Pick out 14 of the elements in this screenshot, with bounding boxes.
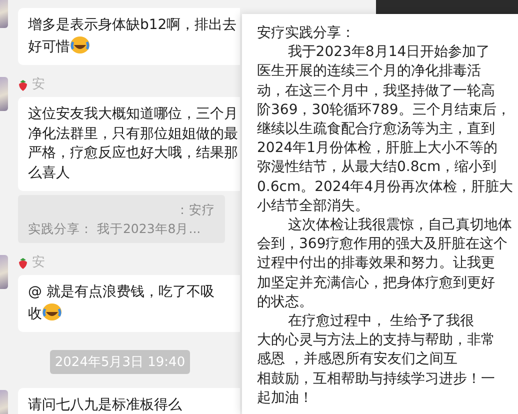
message-bubble: 这位安友我大概知道哪位，三个月 净化法群里，只有那位姐姐做的最 严格，疗愈反应也好大哦，结果那 么喜人	[18, 97, 240, 191]
strawberry-icon	[18, 78, 28, 90]
message-bubble: 增多是表示身体缺b12啊，排出去 好可惜	[18, 8, 240, 65]
strawberry-icon	[18, 256, 28, 268]
message-bubble: 请问七八九是标准板得么	[18, 388, 240, 414]
sender-name: 安	[32, 76, 45, 93]
sender-name: 安	[32, 254, 45, 271]
timestamp: 2024年5月3日 19:40	[50, 350, 190, 374]
paragraph: 我于2023年8月14日开始参加了 医生开展的连续三个月的净化排毒活 动，在这三个月中，我坚持做了一轮高 阶369，30轮循环789。三个月结束后， 继续以生疏食配合疗愈汤等为主，直到 2024年1月份体检，肝脏上大小不等的 弥漫性结节，从最大结0.8cm，缩小到 0.6cm。2024年4月份再次体检，肝脏大 小结节全部消失。	[257, 43, 514, 216]
quoted-message[interactable]: ：安疗 实践分享： 我于2023年8月...	[18, 195, 225, 243]
paragraph: 这次体检让我很震惊，自己真切地体 会到，369疗愈作用的强大及肝脏在这个 过程中付出的排毒效果和努力。让我更 加坚定并充满信心，把身体疗愈到更好 的状态。	[257, 216, 513, 312]
message-bubble: @ 就是有点浪费钱，吃了不吸 收	[18, 275, 240, 332]
popup-title: 安疗实践分享：	[257, 24, 356, 43]
paragraph: 在疗愈过程中， 生给予了我很 大的心灵与方法上的支持与帮助，非常 感恩 ，并感恩所有安友们之间互 相鼓励，互相帮助与持续学习进步！一 起加油！	[257, 312, 496, 408]
